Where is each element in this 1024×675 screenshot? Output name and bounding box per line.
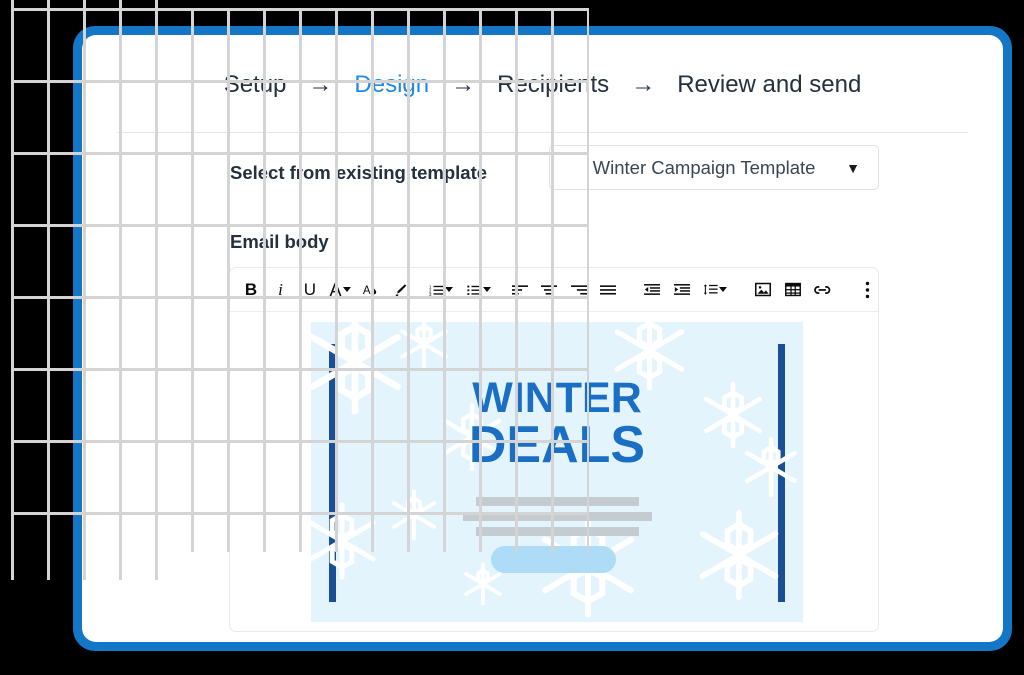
outdent-icon[interactable] — [641, 275, 663, 305]
more-options-icon[interactable] — [856, 275, 878, 305]
line-spacing-icon[interactable] — [700, 275, 730, 305]
step-arrow-icon: → — [631, 71, 656, 98]
align-justify-icon[interactable] — [597, 275, 619, 305]
insert-table-icon[interactable] — [782, 275, 804, 305]
backdrop-grid-lines — [11, 8, 589, 552]
template-select-dropdown[interactable]: Winter Campaign Template ▼ — [549, 145, 879, 190]
indent-icon[interactable] — [671, 275, 693, 305]
chevron-down-icon — [719, 287, 728, 292]
step-review-and-send[interactable]: Review and send — [677, 71, 861, 99]
snowflake-icon — [699, 509, 779, 601]
template-select-value: Winter Campaign Template — [592, 156, 816, 178]
insert-link-icon[interactable] — [811, 275, 834, 305]
chevron-down-icon: ▼ — [846, 159, 860, 176]
insert-image-icon[interactable] — [752, 275, 774, 305]
